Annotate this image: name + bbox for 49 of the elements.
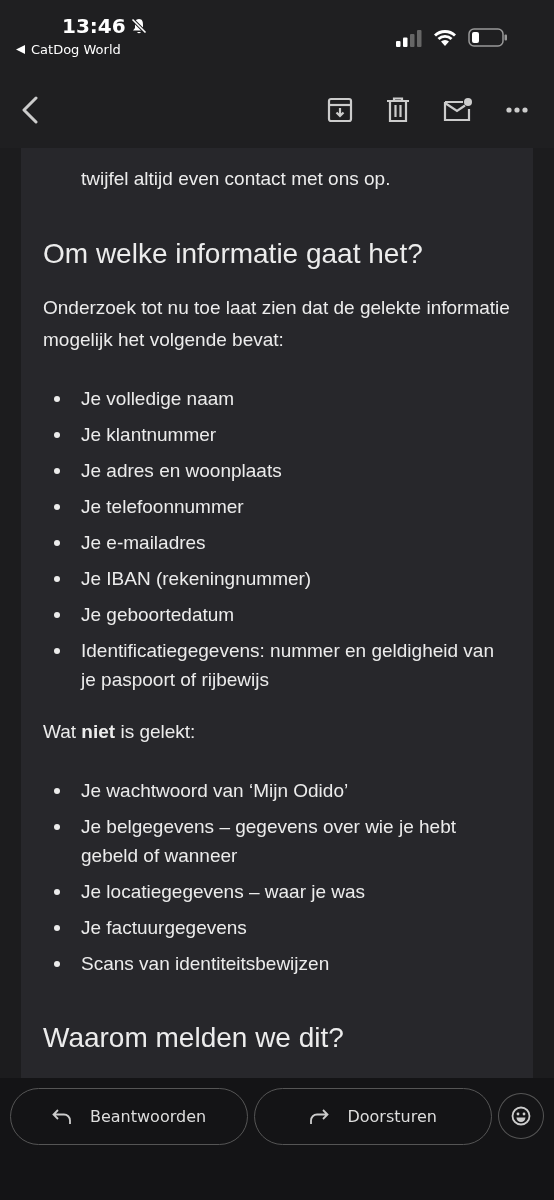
list-item: Je e-mailadres	[81, 531, 206, 555]
bullet-icon	[54, 925, 60, 931]
list-item: Je IBAN (rekeningnummer)	[81, 567, 312, 591]
list-item: Scans van identiteitsbewijzen	[81, 952, 330, 976]
body-text: Onderzoek tot nu toe laat zien dat de gelekte informatie mogelijk het volgende bevat:	[43, 296, 511, 352]
list-item: Je belgegevens – gegevens over wie je hebt gebeld of wanneer	[81, 815, 457, 868]
bell-muted-icon	[129, 17, 148, 35]
signal-icon	[396, 28, 422, 47]
bullet-icon	[54, 788, 60, 794]
list-item: Je geboortedatum	[81, 603, 235, 627]
list-item: Je adres en woonplaats	[81, 459, 282, 483]
back-triangle-icon[interactable]	[16, 45, 25, 54]
bullet-icon	[54, 612, 60, 618]
list-item: Je klantnummer	[81, 423, 217, 447]
trash-icon[interactable]	[386, 97, 410, 123]
list-item: Je locatiegegevens – waar je was	[81, 880, 366, 904]
status-time: 13:46	[62, 14, 126, 38]
forward-icon	[309, 1108, 330, 1125]
bullet-icon	[54, 824, 60, 830]
body-text: Wat niet is gelekt:	[43, 720, 197, 744]
back-app-link[interactable]: CatDog World	[31, 42, 121, 57]
body-text: twijfel altijd even contact met ons op.	[81, 167, 392, 191]
list-item: Je telefoonnummer	[81, 495, 244, 519]
bullet-icon	[54, 468, 60, 474]
bullet-icon	[54, 961, 60, 967]
more-icon[interactable]	[506, 107, 528, 113]
bullet-icon	[54, 648, 60, 654]
wifi-icon	[432, 28, 458, 47]
list-item: Je wachtwoord van ‘Mijn Odido’	[81, 779, 349, 803]
bullet-icon	[54, 432, 60, 438]
emoji-button[interactable]	[498, 1093, 544, 1139]
reply-icon	[51, 1108, 72, 1125]
action-button[interactable]: Beantwoorden	[10, 1088, 249, 1145]
bullet-icon	[54, 889, 60, 895]
archive-icon[interactable]	[327, 97, 353, 123]
bullet-icon	[54, 540, 60, 546]
bullet-icon	[54, 396, 60, 402]
section-heading: Waarom melden we dit?	[43, 1021, 345, 1055]
mail-unread-icon[interactable]	[443, 97, 473, 123]
battery-icon	[468, 28, 508, 47]
list-item: Je volledige naam	[81, 387, 235, 411]
action-button[interactable]: Doorsturen	[254, 1088, 493, 1145]
list-item: Je factuurgegevens	[81, 916, 247, 940]
section-heading: Om welke informatie gaat het?	[43, 237, 424, 271]
smiley-icon	[511, 1106, 532, 1126]
back-icon[interactable]	[20, 96, 40, 124]
bullet-icon	[54, 576, 60, 582]
bullet-icon	[54, 504, 60, 510]
list-item: Identificatiegegevens: nummer en geldigheid van je paspoort of rijbewijs	[81, 639, 495, 692]
